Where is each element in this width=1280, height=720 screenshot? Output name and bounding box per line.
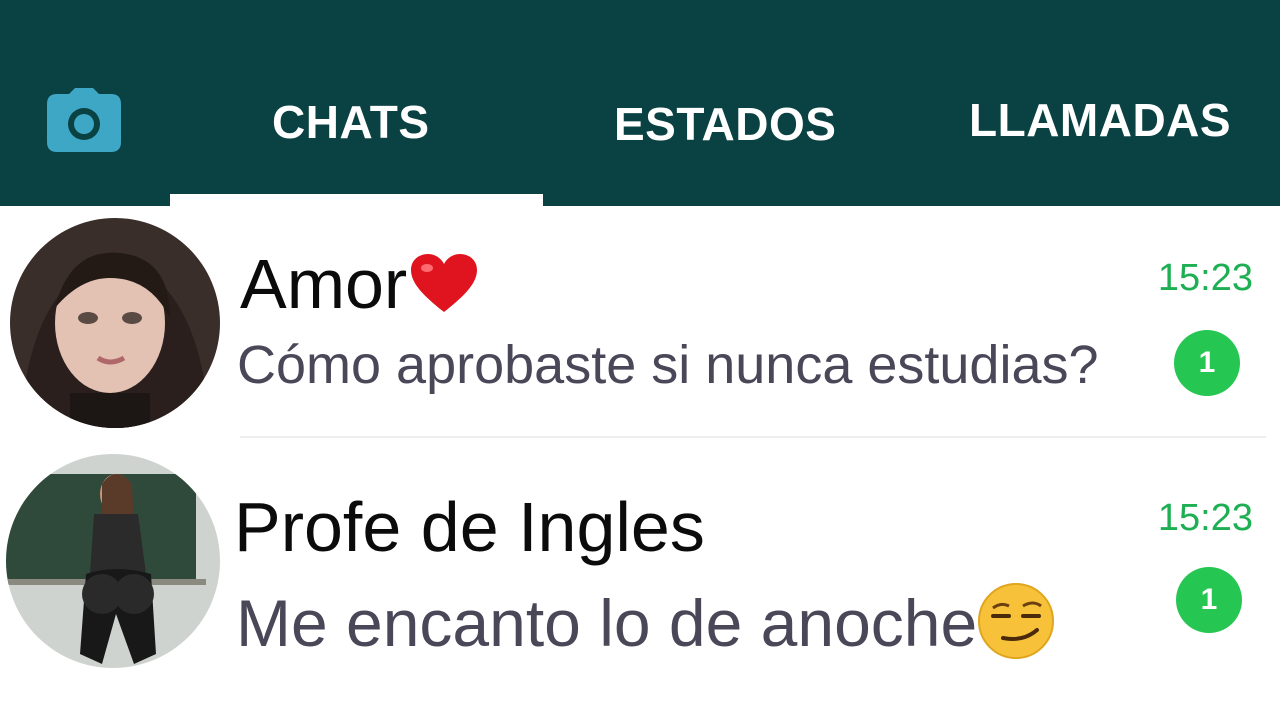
chat-list-item[interactable]: Amor Cómo aprobaste si nunca estudias? 1… (0, 206, 1280, 438)
chat-last-message: Me encanto lo de anoche (236, 582, 1055, 661)
chat-divider (240, 436, 1266, 438)
chat-name: Amor (240, 244, 478, 324)
chat-name-text: Amor (240, 245, 408, 323)
chat-last-message: Cómo aprobaste si nunca estudias? (237, 335, 1099, 395)
whatsapp-app: CHATS ESTADOS LLAMADAS Amor Cómo aprobas… (0, 0, 1280, 720)
chat-timestamp: 15:23 (1157, 497, 1253, 539)
top-tab-bar: CHATS ESTADOS LLAMADAS (0, 0, 1280, 206)
tab-llamadas[interactable]: LLAMADAS (969, 92, 1231, 148)
active-tab-indicator (170, 194, 543, 206)
heart-icon (411, 254, 478, 312)
smirk-emoji-icon (978, 583, 1055, 659)
avatar[interactable] (6, 454, 220, 668)
chat-timestamp: 15:23 (1157, 257, 1253, 299)
chat-list-item[interactable]: Profe de Ingles Me encanto lo de anoche … (0, 440, 1280, 720)
avatar[interactable] (10, 218, 220, 428)
tab-chats[interactable]: CHATS (272, 94, 430, 150)
chat-name: Profe de Ingles (234, 488, 705, 566)
unread-badge: 1 (1176, 567, 1242, 633)
chat-last-message-text: Me encanto lo de anoche (236, 586, 978, 660)
tab-estados[interactable]: ESTADOS (614, 96, 836, 152)
unread-badge: 1 (1174, 330, 1240, 396)
camera-icon[interactable] (47, 88, 121, 152)
